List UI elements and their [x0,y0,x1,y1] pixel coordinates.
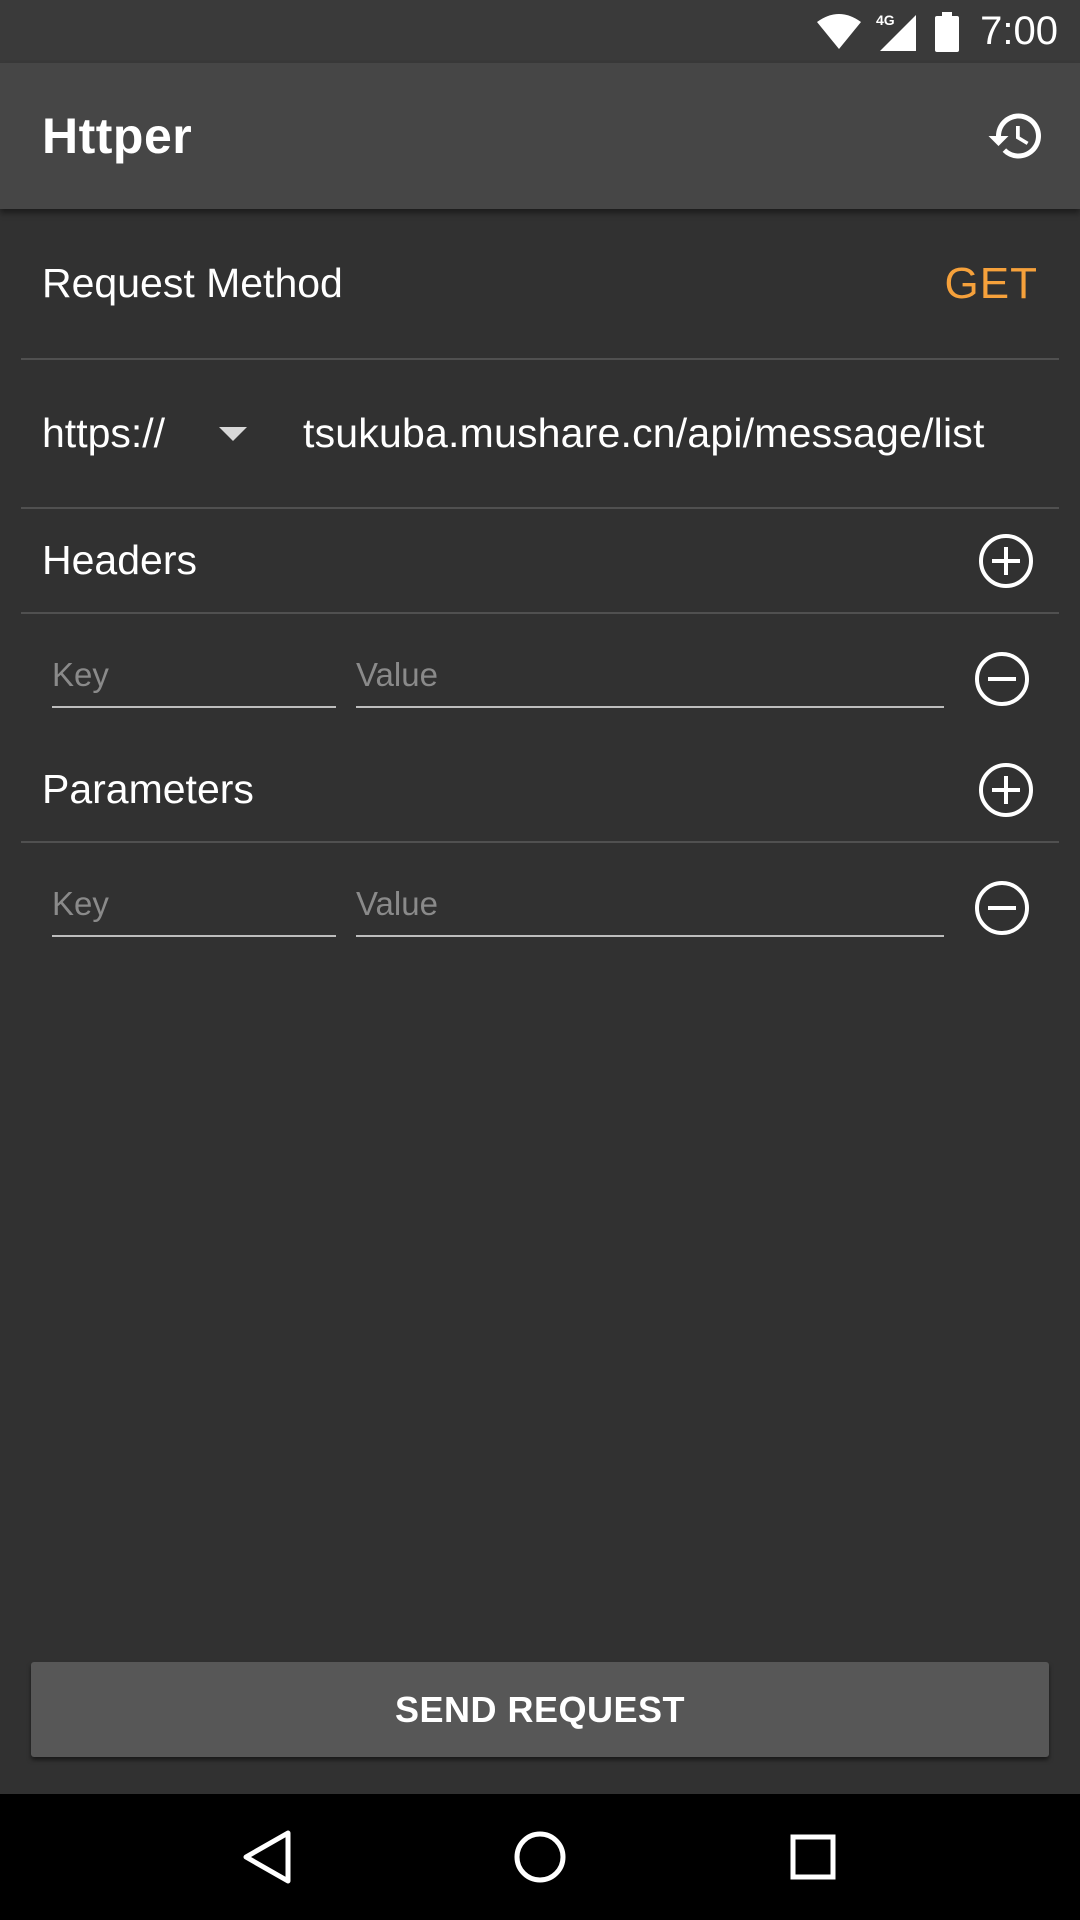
remove-header-button[interactable] [974,651,1030,707]
parameters-title: Parameters [42,766,254,812]
back-triangle-icon [243,1830,291,1884]
battery-icon [935,11,960,52]
status-time: 7:00 [980,9,1058,53]
request-method-row[interactable]: Request Method GET [21,209,1059,358]
home-circle-icon [514,1831,566,1883]
status-icons: 4G 7:00 [816,9,1058,54]
headers-section-header: Headers [21,509,1059,612]
parameter-row: Key Value [21,843,1059,967]
request-method-label: Request Method [42,260,343,306]
cell-signal-icon: 4G [876,12,917,51]
url-row: https:// tsukuba.mushare.cn/api/message/… [21,360,1059,507]
request-form: Request Method GET https:// tsukuba.mush… [0,209,1080,967]
header-row: Key Value [21,614,1059,738]
history-button[interactable] [980,100,1052,172]
network-type-label: 4G [876,12,895,28]
protocol-value: https:// [42,410,166,456]
remove-parameter-button[interactable] [974,880,1030,936]
parameter-value-input[interactable]: Value [356,881,944,937]
url-input[interactable]: tsukuba.mushare.cn/api/message/list [303,410,1038,457]
header-key-input[interactable]: Key [52,652,336,708]
home-button[interactable] [495,1812,585,1902]
status-bar: 4G 7:00 [0,0,1080,63]
recents-button[interactable] [768,1812,858,1902]
back-button[interactable] [222,1812,312,1902]
parameter-key-input[interactable]: Key [52,881,336,937]
send-request-button[interactable]: SEND REQUEST [31,1662,1049,1757]
header-value-input[interactable]: Value [356,652,944,708]
add-header-button[interactable] [978,533,1034,589]
request-method-value[interactable]: GET [945,259,1038,309]
history-icon [988,113,1041,159]
protocol-dropdown[interactable]: https:// [42,360,303,507]
wifi-icon [817,13,862,49]
app-bar: Httper [0,63,1080,209]
parameters-section-header: Parameters [21,738,1059,841]
recents-square-icon [790,1834,836,1880]
app-title: Httper [42,108,193,164]
add-parameter-button[interactable] [978,762,1034,818]
navigation-bar [0,1794,1080,1920]
dropdown-arrow-icon [219,426,248,441]
headers-title: Headers [42,537,197,583]
